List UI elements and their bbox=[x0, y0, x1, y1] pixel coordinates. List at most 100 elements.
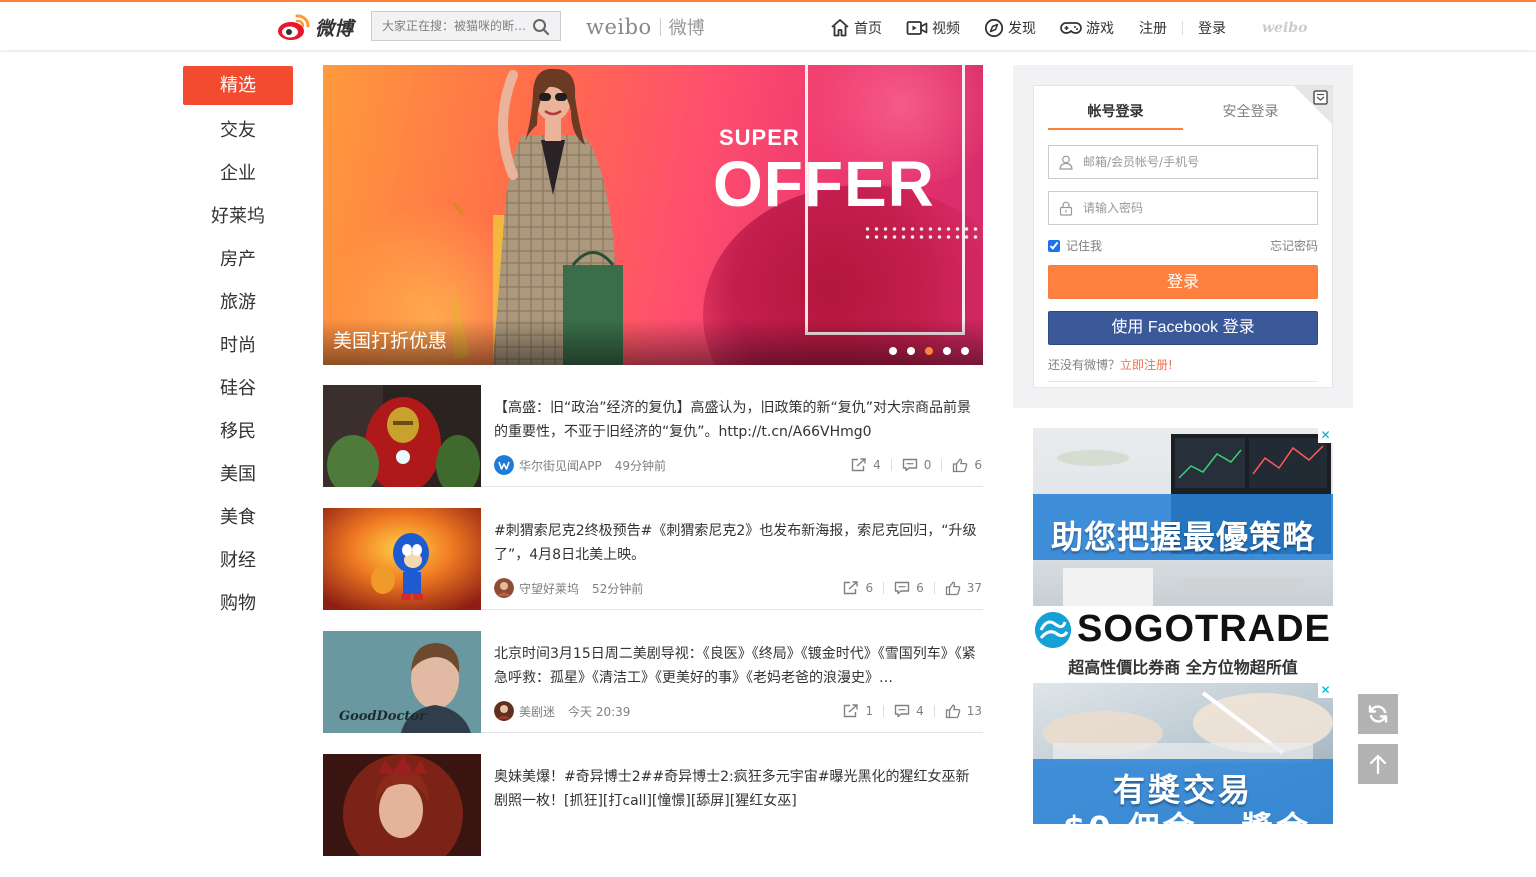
like-button[interactable]: 6 bbox=[952, 458, 982, 473]
refresh-button[interactable] bbox=[1358, 694, 1398, 734]
post-text[interactable]: #刺猬索尼克2终极预告#《刺猬索尼克2》也发布新海报，索尼克回归，“升级了”，4… bbox=[494, 519, 982, 567]
nav-games[interactable]: 游戏 bbox=[1060, 18, 1114, 38]
login-tabs: 帐号登录 安全登录 bbox=[1048, 100, 1318, 130]
carousel-dot[interactable] bbox=[961, 347, 969, 355]
category-immigration[interactable]: 移民 bbox=[183, 410, 293, 453]
tab-account-login[interactable]: 帐号登录 bbox=[1048, 100, 1183, 130]
feed-post[interactable]: GoodDoctor 北京时间3月15日周二美剧导视：《良医》《终局》《镀金时代… bbox=[323, 631, 983, 733]
thumbs-up-icon bbox=[945, 704, 960, 718]
ad-subheadline: $0 佣金 · 獎金 bbox=[1063, 803, 1311, 824]
author-avatar[interactable] bbox=[494, 455, 514, 475]
home-icon bbox=[831, 19, 849, 37]
banner-carousel[interactable]: SUPER OFFER 美国打折优惠 bbox=[323, 65, 983, 365]
like-button[interactable]: 37 bbox=[945, 581, 982, 596]
post-author[interactable]: 守望好莱坞 bbox=[519, 580, 579, 597]
repost-button[interactable]: 4 bbox=[851, 458, 881, 472]
nav-home[interactable]: 首页 bbox=[830, 18, 882, 38]
weibo-wordmark: weibo bbox=[1262, 20, 1308, 36]
poster-title: GoodDoctor bbox=[339, 709, 426, 724]
nav-video[interactable]: 视频 bbox=[906, 18, 960, 38]
carousel-dot[interactable] bbox=[925, 347, 933, 355]
facebook-login-button[interactable]: 使用 Facebook 登录 bbox=[1048, 311, 1318, 345]
password-field-wrap bbox=[1048, 191, 1318, 225]
nav-discover[interactable]: 发现 bbox=[984, 18, 1036, 38]
category-hollywood[interactable]: 好莱坞 bbox=[183, 195, 293, 238]
forgot-password-link[interactable]: 忘记密码 bbox=[1270, 237, 1318, 254]
feed-post[interactable]: #刺猬索尼克2终极预告#《刺猬索尼克2》也发布新海报，索尼克回归，“升级了”，4… bbox=[323, 508, 983, 610]
post-text[interactable]: 奥妹美爆！#奇异博士2##奇异博士2:疯狂多元宇宙#曝光黑化的猩红女巫新剧照一枚… bbox=[494, 765, 982, 813]
back-to-top-button[interactable] bbox=[1358, 744, 1398, 784]
comment-icon bbox=[894, 581, 910, 595]
comment-icon bbox=[902, 458, 917, 472]
category-shopping[interactable]: 购物 bbox=[183, 582, 293, 625]
category-usa[interactable]: 美国 bbox=[183, 453, 293, 496]
nav-discover-label: 发现 bbox=[1008, 21, 1036, 37]
register-link[interactable]: 注册 bbox=[1139, 18, 1167, 38]
arrow-up-icon bbox=[1369, 754, 1387, 775]
ad-banner-trading[interactable]: 有獎交易 $0 佣金 · 獎金 ✕ bbox=[1033, 683, 1333, 824]
username-input[interactable] bbox=[1083, 146, 1313, 178]
username-field-wrap bbox=[1048, 145, 1318, 179]
stat-divider bbox=[933, 705, 935, 717]
ad-close-icon[interactable]: ✕ bbox=[1318, 683, 1333, 698]
login-button[interactable]: 登录 bbox=[1048, 265, 1318, 299]
comment-button[interactable]: 0 bbox=[902, 458, 931, 472]
repost-button[interactable]: 1 bbox=[843, 704, 873, 718]
remember-me[interactable]: 记住我 bbox=[1048, 237, 1102, 254]
post-body: 【高盛：旧“政治”经济的复仇】高盛认为，旧政策的新“复仇”对大宗商品前景的重要性… bbox=[494, 396, 982, 475]
password-input[interactable] bbox=[1083, 192, 1313, 224]
post-author[interactable]: 美剧迷 bbox=[519, 703, 555, 720]
category-fashion[interactable]: 时尚 bbox=[183, 324, 293, 367]
share-icon bbox=[844, 704, 859, 718]
banner-offer-big: OFFER bbox=[713, 148, 935, 220]
post-body: #刺猬索尼克2终极预告#《刺猬索尼克2》也发布新海报，索尼克回归，“升级了”，4… bbox=[494, 519, 982, 598]
weibo-logo[interactable]: 微博 bbox=[277, 11, 353, 43]
category-real-estate[interactable]: 房产 bbox=[183, 238, 293, 281]
refresh-icon bbox=[1368, 705, 1388, 723]
post-author[interactable]: 华尔街见闻APP bbox=[519, 457, 602, 474]
category-business[interactable]: 企业 bbox=[183, 152, 293, 195]
feed-post[interactable]: 【高盛：旧“政治”经济的复仇】高盛认为，旧政策的新“复仇”对大宗商品前景的重要性… bbox=[323, 385, 983, 487]
repost-button[interactable]: 6 bbox=[843, 581, 873, 595]
carousel-dot[interactable] bbox=[889, 347, 897, 355]
post-thumbnail[interactable] bbox=[323, 754, 481, 856]
repost-count: 6 bbox=[865, 581, 874, 595]
banner-caption[interactable]: 美国打折优惠 bbox=[333, 326, 447, 353]
search-icon[interactable] bbox=[532, 18, 550, 36]
login-link[interactable]: 登录 bbox=[1198, 18, 1226, 38]
search-input[interactable] bbox=[372, 12, 530, 40]
remember-me-checkbox[interactable] bbox=[1048, 239, 1060, 252]
author-avatar[interactable] bbox=[494, 701, 514, 721]
register-now-link[interactable]: 立即注册! bbox=[1120, 358, 1173, 372]
post-thumbnail[interactable] bbox=[323, 508, 481, 610]
sogotrade-logo-icon bbox=[1035, 612, 1071, 648]
post-thumbnail[interactable] bbox=[323, 385, 481, 487]
ad-close-icon[interactable]: ✕ bbox=[1318, 428, 1333, 443]
category-featured[interactable]: 精选 bbox=[183, 66, 293, 105]
category-finance[interactable]: 财经 bbox=[183, 539, 293, 582]
category-silicon-valley[interactable]: 硅谷 bbox=[183, 367, 293, 410]
stat-divider bbox=[890, 459, 892, 471]
author-avatar[interactable] bbox=[494, 578, 514, 598]
post-stats: 1 4 13 bbox=[843, 704, 982, 719]
repost-count: 4 bbox=[873, 458, 881, 472]
comment-button[interactable]: 6 bbox=[894, 581, 924, 595]
feed-post[interactable]: 奥妹美爆！#奇异博士2##奇异博士2:疯狂多元宇宙#曝光黑化的猩红女巫新剧照一枚… bbox=[323, 754, 983, 856]
post-time: 49分钟前 bbox=[614, 458, 666, 473]
comment-button[interactable]: 4 bbox=[894, 704, 924, 718]
post-text[interactable]: 北京时间3月15日周二美剧导视：《良医》《终局》《镀金时代》《雪国列车》《紧急呼… bbox=[494, 642, 982, 690]
gamepad-icon bbox=[1060, 22, 1082, 34]
carousel-dot[interactable] bbox=[907, 347, 915, 355]
category-food[interactable]: 美食 bbox=[183, 496, 293, 539]
post-text[interactable]: 【高盛：旧“政治”经济的复仇】高盛认为，旧政策的新“复仇”对大宗商品前景的重要性… bbox=[494, 396, 982, 444]
lock-icon bbox=[1059, 201, 1073, 216]
post-body: 北京时间3月15日周二美剧导视：《良医》《终局》《镀金时代》《雪国列车》《紧急呼… bbox=[494, 642, 982, 721]
post-body: 奥妹美爆！#奇异博士2##奇异博士2:疯狂多元宇宙#曝光黑化的猩红女巫新剧照一枚… bbox=[494, 765, 982, 813]
category-dating[interactable]: 交友 bbox=[183, 109, 293, 152]
tab-secure-login[interactable]: 安全登录 bbox=[1183, 100, 1318, 130]
category-travel[interactable]: 旅游 bbox=[183, 281, 293, 324]
post-thumbnail[interactable]: GoodDoctor bbox=[323, 631, 481, 733]
ad-banner-sogotrade[interactable]: 助您把握最優策略 SOGOTRADE 超高性價比券商 全方位物超所值 ✕ bbox=[1033, 428, 1333, 678]
carousel-dot[interactable] bbox=[943, 347, 951, 355]
like-button[interactable]: 13 bbox=[945, 704, 982, 719]
